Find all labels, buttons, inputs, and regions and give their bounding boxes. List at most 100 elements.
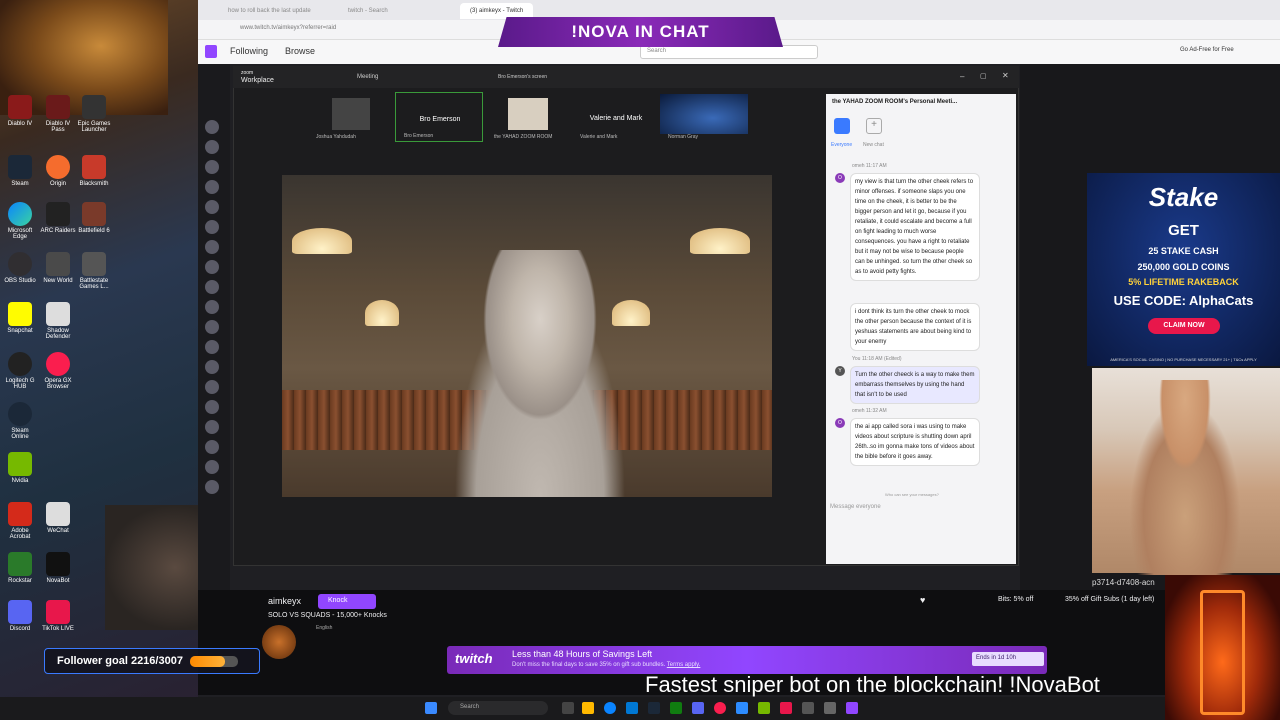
followed-channel-avatar[interactable] xyxy=(205,160,219,174)
desktop-icon[interactable]: Rockstar xyxy=(2,552,38,584)
url-text[interactable]: www.twitch.tv/aimkeyx?referrer=raid xyxy=(240,25,336,31)
followed-channel-avatar[interactable] xyxy=(205,300,219,314)
steam-taskbar-icon[interactable] xyxy=(648,702,660,714)
followed-channel-avatar[interactable] xyxy=(205,180,219,194)
zoom-taskbar-icon[interactable] xyxy=(736,702,748,714)
followed-channel-avatar[interactable] xyxy=(205,400,219,414)
desktop-icon[interactable]: Diablo IV Pass xyxy=(40,95,76,133)
tab-new-chat[interactable]: New chat xyxy=(863,142,884,148)
participant-thumbnail[interactable]: the YAHAD ZOOM ROOM xyxy=(486,92,574,142)
desktop-icon[interactable]: Logitech G HUB xyxy=(2,352,38,390)
browser-tab-active[interactable]: (3) aimkeyx - Twitch xyxy=(460,3,534,19)
visibility-note[interactable]: Who can see your messages? xyxy=(885,492,939,497)
followed-channel-avatar[interactable] xyxy=(205,260,219,274)
search-input[interactable]: Search xyxy=(640,45,818,59)
desktop-icon[interactable]: Opera GX Browser xyxy=(40,352,76,390)
store-icon[interactable] xyxy=(626,702,638,714)
app-taskbar-icon[interactable] xyxy=(780,702,792,714)
battlefield-icon xyxy=(82,202,106,226)
followed-channel-avatar[interactable] xyxy=(205,360,219,374)
followed-channel-avatar[interactable] xyxy=(205,460,219,474)
desktop-icon[interactable]: New World xyxy=(40,252,76,284)
tab-everyone[interactable]: Everyone xyxy=(831,142,852,148)
desktop-icon[interactable]: OBS Studio xyxy=(2,252,38,284)
followed-channel-avatar[interactable] xyxy=(205,480,219,494)
desktop-icon[interactable]: Discord xyxy=(2,600,38,632)
chat-title: the YAHAD ZOOM ROOM's Personal Meeti... xyxy=(832,99,958,105)
edge-taskbar-icon[interactable] xyxy=(604,702,616,714)
task-view-icon[interactable] xyxy=(562,702,574,714)
file-explorer-icon[interactable] xyxy=(582,702,594,714)
followed-channel-avatar[interactable] xyxy=(205,340,219,354)
followed-channel-avatar[interactable] xyxy=(205,140,219,154)
desktop-icon[interactable]: WeChat xyxy=(40,502,76,534)
followed-channel-avatar[interactable] xyxy=(205,420,219,434)
desktop-icon[interactable]: Microsoft Edge xyxy=(2,202,38,240)
channel-avatar[interactable] xyxy=(262,625,296,659)
desktop-icon[interactable]: Origin xyxy=(40,155,76,187)
discord-taskbar-icon[interactable] xyxy=(692,702,704,714)
following-link[interactable]: Following xyxy=(230,46,268,56)
followed-channel-avatar[interactable] xyxy=(205,440,219,454)
participant-thumbnail[interactable]: Valerie and Mark Valerie and Mark xyxy=(572,92,660,142)
desktop-icon[interactable]: Battlefield 6 xyxy=(76,202,112,234)
flame-emblem xyxy=(1200,590,1245,715)
new-chat-icon[interactable]: + xyxy=(866,118,882,134)
everyone-chat-icon[interactable] xyxy=(834,118,850,134)
language-tag[interactable]: English xyxy=(316,625,332,631)
followed-channel-avatar[interactable] xyxy=(205,320,219,334)
followed-channel-avatar[interactable] xyxy=(205,240,219,254)
followed-channel-avatar[interactable] xyxy=(205,120,219,134)
desktop-icon[interactable]: Epic Games Launcher xyxy=(76,95,112,133)
maximize-icon[interactable]: ▢ xyxy=(980,72,987,80)
start-icon[interactable] xyxy=(425,702,437,714)
shadow-defender-icon xyxy=(46,302,70,326)
desktop-icon[interactable]: ARC Raiders xyxy=(40,202,76,234)
taskbar-search[interactable]: Search xyxy=(448,701,548,715)
knock-button[interactable]: Knock xyxy=(318,594,376,609)
desktop-icon[interactable]: Diablo IV xyxy=(2,95,38,127)
participant-thumbnail[interactable]: Joshua Yahdudah xyxy=(308,92,396,142)
gift-subs-offer[interactable]: 35% off Gift Subs (1 day left) xyxy=(1065,596,1154,603)
ad-free-link[interactable]: Go Ad-Free for Free xyxy=(1180,47,1234,53)
discord-icon xyxy=(8,600,32,624)
browser-tab[interactable]: twitch - Search xyxy=(338,3,398,19)
nvidia-taskbar-icon[interactable] xyxy=(758,702,770,714)
promo-countdown: Ends in 1d 10h xyxy=(972,652,1044,666)
app-taskbar-icon[interactable] xyxy=(802,702,814,714)
participant-thumbnail[interactable]: Bro Emerson Bro Emerson xyxy=(395,92,483,142)
taskbar-left xyxy=(0,697,198,720)
chat-message-input[interactable]: Message everyone xyxy=(830,504,1010,518)
browser-tab[interactable]: how to roll back the last update xyxy=(218,3,321,19)
xbox-icon[interactable] xyxy=(670,702,682,714)
minimize-icon[interactable]: – xyxy=(960,72,964,81)
followed-channel-avatar[interactable] xyxy=(205,220,219,234)
participant-thumbnail[interactable]: Norman Gray xyxy=(660,92,748,142)
desktop-icon[interactable]: Shadow Defender xyxy=(40,302,76,340)
followed-channel-avatar[interactable] xyxy=(205,280,219,294)
desktop-icon[interactable]: Battlestate Games L... xyxy=(76,252,112,290)
heart-icon[interactable]: ♥ xyxy=(920,595,925,605)
desktop-icon[interactable]: Snapchat xyxy=(2,302,38,334)
meeting-label[interactable]: Meeting xyxy=(357,74,378,80)
desktop-icon[interactable]: TikTok LIVE xyxy=(40,600,76,632)
opera-taskbar-icon[interactable] xyxy=(714,702,726,714)
twitch-logo-icon[interactable] xyxy=(205,45,217,58)
desktop-icon[interactable]: Blacksmith xyxy=(76,155,112,187)
desktop-icon[interactable]: Steam xyxy=(2,155,38,187)
followed-channel-avatar[interactable] xyxy=(205,200,219,214)
browse-link[interactable]: Browse xyxy=(285,46,315,56)
channel-name[interactable]: aimkeyx xyxy=(268,596,301,606)
app-taskbar-icon[interactable] xyxy=(824,702,836,714)
desktop-icon[interactable]: Nvidia xyxy=(2,452,38,484)
close-icon[interactable]: ✕ xyxy=(1002,71,1009,80)
screen-share-label[interactable]: Bro Emerson's screen xyxy=(498,74,547,80)
terms-link[interactable]: Terms apply. xyxy=(667,662,701,668)
desktop-icon[interactable]: Adobe Acrobat xyxy=(2,502,38,540)
desktop-icon[interactable]: Steam Online xyxy=(2,402,38,440)
app-taskbar-icon[interactable] xyxy=(846,702,858,714)
followed-channel-avatar[interactable] xyxy=(205,380,219,394)
desktop-icon[interactable]: NovaBot xyxy=(40,552,76,584)
bits-discount[interactable]: Bits: 5% off xyxy=(998,596,1033,603)
claim-now-button[interactable]: CLAIM NOW xyxy=(1148,318,1220,334)
